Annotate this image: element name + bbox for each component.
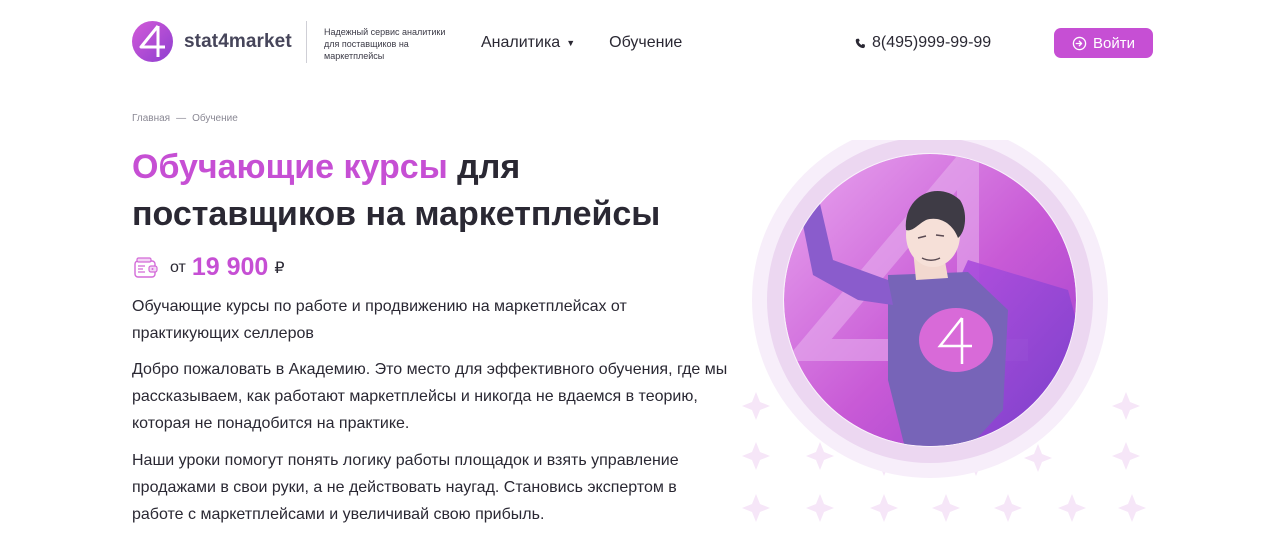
nav-analytics[interactable]: Аналитика ▼ [481, 34, 575, 52]
nav-education-label: Обучение [609, 34, 683, 51]
nav-education[interactable]: Обучение [609, 34, 682, 52]
chevron-down-icon: ▼ [566, 38, 576, 48]
breadcrumb-current: Обучение [192, 113, 238, 124]
site-header: stat4market Надежный сервис аналитики дл… [0, 0, 1266, 86]
logo[interactable]: stat4market [132, 21, 292, 62]
title-accent: Обучающие курсы [132, 148, 448, 186]
price-row: от 19 900 ₽ [132, 253, 285, 282]
logo-text: stat4market [184, 30, 292, 52]
wallet-icon [134, 256, 158, 278]
superhero-illustration [742, 140, 1146, 522]
main-nav: Аналитика ▼ Обучение [481, 34, 682, 52]
breadcrumb-separator: — [176, 113, 187, 124]
nav-analytics-label: Аналитика [481, 34, 561, 51]
logo-divider [306, 21, 307, 63]
phone-link[interactable]: 8(495)999-99-99 [855, 34, 991, 52]
price-value: 19 900 [191, 253, 269, 281]
login-label: Войти [1093, 34, 1135, 52]
page-title: Обучающие курсы для поставщиков на марке… [132, 144, 732, 238]
breadcrumb: Главная — Обучение [132, 113, 238, 124]
breadcrumb-home[interactable]: Главная [132, 113, 170, 124]
login-button[interactable]: Войти [1054, 28, 1153, 58]
logo-four-icon [132, 21, 173, 62]
welcome-paragraph: Добро пожаловать в Академию. Это место д… [132, 361, 728, 432]
benefits-paragraph: Наши уроки помогут понять логику работы … [132, 452, 679, 523]
tagline: Надежный сервис аналитики для поставщико… [324, 27, 446, 61]
login-icon [1072, 36, 1087, 50]
price-currency: ₽ [274, 259, 285, 277]
phone-number: 8(495)999-99-99 [872, 34, 992, 51]
price-prefix: от [170, 258, 186, 276]
phone-icon [855, 38, 865, 48]
intro-paragraph: Обучающие курсы по работе и продвижению … [132, 298, 627, 342]
